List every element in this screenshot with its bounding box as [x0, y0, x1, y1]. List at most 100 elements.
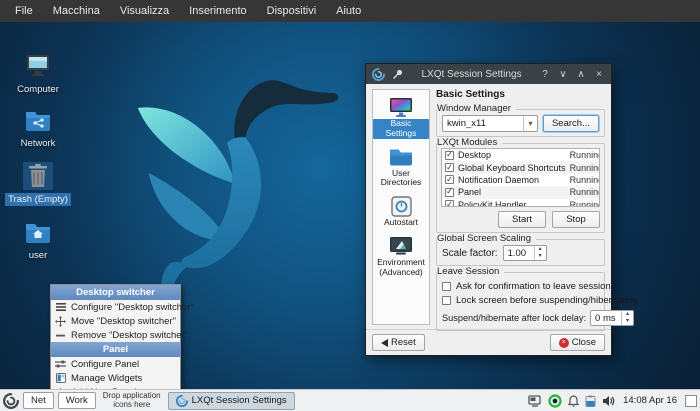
environment-advanced-icon: [386, 234, 416, 258]
window-manager-label: Window Manager: [437, 103, 516, 114]
lock-screen-checkbox-row[interactable]: Lock screen before suspending/hibernatin…: [442, 295, 638, 306]
scale-factor-spinbox[interactable]: 1.00 ▴ ▾: [502, 245, 547, 261]
move-icon: [55, 315, 66, 327]
computer-icon: [23, 52, 53, 80]
volume-speaker-icon[interactable]: [602, 395, 615, 407]
lock-delay-spinbox[interactable]: 0 ms ▴ ▾: [590, 310, 635, 326]
module-row[interactable]: ✓ Desktop Running: [442, 149, 599, 161]
spin-down-icon[interactable]: ▾: [622, 318, 633, 325]
remove-icon: [55, 330, 66, 341]
desktop-switcher-net[interactable]: Net: [23, 392, 54, 409]
module-name: Global Keyboard Shortcuts: [458, 162, 566, 173]
checkbox-unchecked-icon[interactable]: [442, 296, 451, 305]
desktop-icon-network[interactable]: Network: [4, 106, 72, 150]
chevron-down-icon: ▾: [522, 116, 537, 131]
menu-item-configure-desktop-switcher[interactable]: Configure "Desktop switcher": [51, 300, 194, 314]
trash-icon: [23, 162, 53, 190]
module-name: Panel: [458, 187, 482, 198]
confirmation-checkbox-row[interactable]: Ask for confirmation to leave session: [442, 281, 611, 292]
notifications-bell-icon[interactable]: [568, 394, 580, 407]
window-manager-combo[interactable]: kwin_x11 ▾: [442, 115, 538, 132]
lock-delay-label: Suspend/hibernate after lock delay:: [442, 313, 587, 323]
pin-icon[interactable]: [391, 68, 404, 81]
close-window-button[interactable]: ×: [593, 69, 605, 80]
task-button-lxqt-session-settings[interactable]: LXQt Session Settings: [167, 391, 295, 410]
menu-item-remove-desktop-switcher[interactable]: Remove "Desktop switcher": [51, 328, 188, 342]
lxqt-session-settings-window: LXQt Session Settings ? ∨ ∧ × Basic Sett…: [365, 63, 638, 356]
clipboard-tray-icon[interactable]: [585, 395, 596, 407]
module-row[interactable]: ✓ Notification Daemon Running: [442, 174, 600, 186]
module-name: Notification Daemon: [458, 174, 540, 185]
menu-machine[interactable]: Macchina: [44, 2, 109, 20]
desktop-icon-computer[interactable]: Computer: [4, 52, 72, 96]
module-row[interactable]: ✓ PolicyKit Handler Running: [442, 199, 599, 206]
vbox-menubar: File Macchina Visualizza Inserimento Dis…: [0, 0, 700, 22]
checkbox-checked-icon[interactable]: ✓: [445, 187, 454, 197]
user-directories-icon: [386, 145, 416, 169]
show-desktop-button[interactable]: [685, 394, 697, 407]
sidebar-item-label: Environment (Advanced): [377, 256, 425, 277]
menu-help[interactable]: Aiuto: [327, 2, 370, 20]
widgets-icon: [55, 373, 66, 384]
combo-value: kwin_x11: [447, 118, 486, 129]
desktop-icon-label: Trash (Empty): [5, 193, 71, 206]
search-button[interactable]: Search...: [542, 115, 599, 132]
desktop-icon-label: Network: [20, 138, 56, 149]
sidebar-item-environment-advanced[interactable]: Environment (Advanced): [373, 233, 429, 281]
desktop-icon-user[interactable]: user: [4, 218, 72, 262]
menu-input[interactable]: Inserimento: [180, 2, 255, 20]
window-titlebar[interactable]: LXQt Session Settings ? ∨ ∧ ×: [366, 64, 611, 84]
reset-button[interactable]: Reset: [372, 334, 425, 351]
checkbox-checked-icon[interactable]: ✓: [445, 200, 454, 206]
configure-panel-icon: [55, 359, 66, 370]
menu-item-label: Manage Widgets: [71, 372, 143, 384]
reset-button-label: Reset: [391, 337, 416, 348]
checkbox-checked-icon[interactable]: ✓: [445, 150, 454, 160]
checkbox-checked-icon[interactable]: ✓: [445, 175, 454, 185]
checkbox-unchecked-icon[interactable]: [442, 282, 451, 291]
module-row[interactable]: ✓ Global Keyboard Shortcuts Running: [442, 161, 600, 174]
menu-devices[interactable]: Dispositivi: [258, 2, 326, 20]
menu-item-label: Remove "Desktop switcher": [71, 329, 189, 341]
lxqt-panel: Net Work Drop application icons here LXQ…: [0, 389, 700, 411]
menu-item-configure-panel[interactable]: Configure Panel: [51, 357, 180, 371]
checkbox-checked-icon[interactable]: ✓: [445, 163, 454, 173]
module-row[interactable]: ✓ Panel Running: [442, 186, 599, 199]
sidebar-item-label: Autostart: [383, 217, 419, 228]
close-button[interactable]: × Close: [549, 334, 605, 351]
clock[interactable]: 14:08 Apr 16: [623, 395, 677, 406]
status-green-tray-icon[interactable]: [548, 393, 562, 408]
menu-item-move-desktop-switcher[interactable]: Move "Desktop switcher": [51, 314, 180, 328]
start-button[interactable]: Start: [498, 211, 546, 228]
lxqt-app-icon: [175, 394, 188, 407]
home-folder-icon: [23, 218, 53, 246]
quicklaunch-hint: Drop application icons here: [102, 390, 161, 409]
lxqt-modules-group: LXQt Modules ✓ Desktop Running ✓ Global …: [436, 137, 605, 233]
global-screen-scaling-group: Global Screen Scaling Scale factor: 1.00…: [436, 233, 605, 266]
help-button[interactable]: ?: [539, 69, 551, 80]
menu-file[interactable]: File: [6, 2, 42, 20]
close-red-icon: ×: [558, 337, 569, 348]
module-status: Running: [569, 162, 600, 173]
desktop-icon-trash[interactable]: Trash (Empty): [4, 162, 72, 206]
network-folder-icon: [23, 106, 53, 134]
display-tray-icon[interactable]: [528, 394, 542, 407]
module-status: Running: [569, 174, 600, 185]
spin-up-icon[interactable]: ▴: [622, 311, 633, 318]
checkbox-label: Ask for confirmation to leave session: [456, 281, 611, 292]
spin-down-icon[interactable]: ▾: [535, 253, 546, 260]
desktop-switcher-work[interactable]: Work: [57, 392, 96, 409]
sidebar-item-user-directories[interactable]: User Directories: [373, 144, 429, 192]
context-menu-section-title: Desktop switcher: [51, 285, 180, 300]
sidebar-item-autostart[interactable]: Autostart: [373, 193, 429, 231]
stop-button[interactable]: Stop: [552, 211, 600, 228]
modules-list[interactable]: ✓ Desktop Running ✓ Global Keyboard Shor…: [441, 148, 600, 207]
shade-button[interactable]: ∨: [557, 69, 569, 80]
maximize-button[interactable]: ∧: [575, 69, 587, 80]
window-footer: Reset × Close: [366, 329, 611, 355]
spin-up-icon[interactable]: ▴: [535, 246, 546, 253]
sidebar-item-basic-settings[interactable]: Basic Settings: [373, 94, 429, 142]
menu-item-manage-widgets[interactable]: Manage Widgets: [51, 371, 180, 385]
menu-view[interactable]: Visualizza: [111, 2, 178, 20]
main-menu-button[interactable]: [3, 392, 19, 409]
